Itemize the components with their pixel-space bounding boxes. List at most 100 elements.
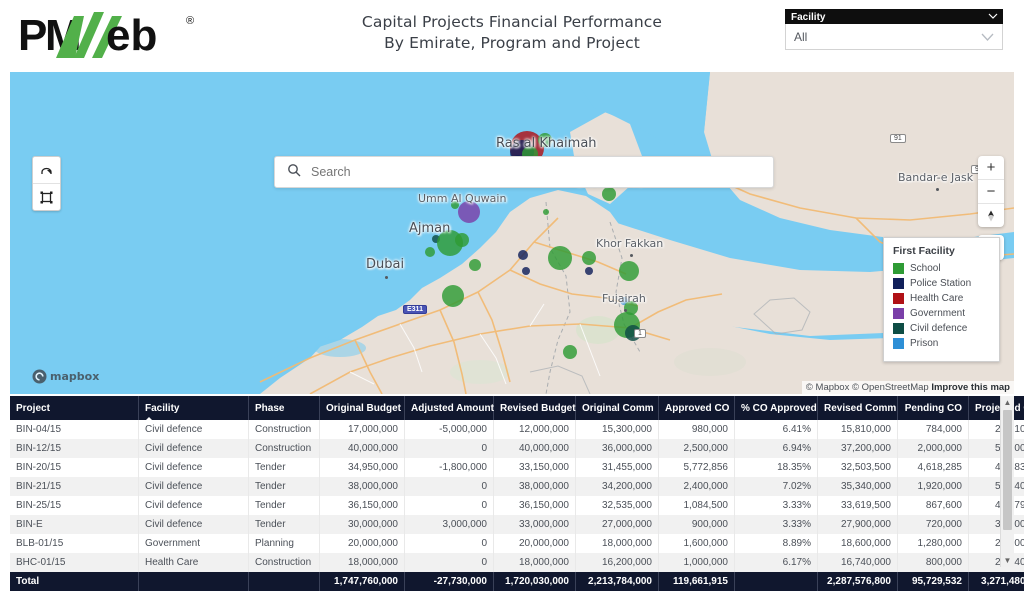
map-bubble[interactable] (548, 246, 572, 270)
table-row[interactable]: BIN-25/15Civil defenceTender36,150,00003… (10, 496, 1024, 515)
column-header-orig_budget[interactable]: Original Budget (320, 396, 405, 420)
map-bubble[interactable] (425, 247, 435, 257)
svg-text:eb: eb (106, 11, 157, 60)
total-cell-adj_amount: -27,730,000 (405, 572, 494, 591)
scroll-up-arrow[interactable]: ▲ (1001, 396, 1014, 409)
table-scrollbar[interactable]: ▲ ▼ (1000, 396, 1014, 567)
map-panel[interactable]: Ras al KhaimahDibba Al-HisnUmm Al Quwain… (10, 72, 1014, 394)
cell-pend_co: 2,000,000 (898, 439, 969, 458)
map-bubble[interactable] (619, 261, 639, 281)
cell-facility: Government (139, 534, 249, 553)
cell-phase: Construction (249, 553, 320, 572)
cell-pct_co: 3.33% (735, 515, 818, 534)
facility-select[interactable]: All (785, 24, 1003, 50)
map-legend: First Facility SchoolPolice StationHealt… (883, 237, 1000, 362)
column-header-facility[interactable]: Facility (139, 396, 249, 420)
cell-pend_co: 867,600 (898, 496, 969, 515)
legend-item[interactable]: School (893, 263, 991, 274)
cell-adj_amount: -5,000,000 (405, 420, 494, 439)
table-row[interactable]: BIN-ECivil defenceTender30,000,0003,000,… (10, 515, 1024, 534)
cell-project: BIN-12/15 (10, 439, 139, 458)
column-header-proj_comm[interactable]: Projected Comm (969, 396, 1024, 420)
legend-label: Health Care (910, 293, 963, 304)
table-row[interactable]: BIN-12/15Civil defenceConstruction40,000… (10, 439, 1024, 458)
legend-item[interactable]: Health Care (893, 293, 991, 304)
column-header-rev_comm[interactable]: Revised Comm (818, 396, 898, 420)
map-bubble[interactable] (522, 267, 530, 275)
map-zoom-controls[interactable]: + − (978, 156, 1004, 227)
map-bubble[interactable] (585, 267, 593, 275)
cell-rev_comm: 32,503,500 (818, 458, 898, 477)
legend-swatch (893, 323, 904, 334)
table-row[interactable]: BIN-21/15Civil defenceTender38,000,00003… (10, 477, 1024, 496)
attrib-osm[interactable]: © OpenStreetMap (852, 382, 929, 393)
zoom-out-button[interactable]: − (978, 179, 1004, 203)
legend-item[interactable]: Police Station (893, 278, 991, 289)
title-line-1: Capital Projects Financial Performance (312, 12, 712, 33)
legend-label: Government (910, 308, 965, 319)
map-draw-tools[interactable] (32, 156, 61, 211)
rectangle-select-tool[interactable] (33, 183, 60, 210)
cell-rev_budget: 20,000,000 (494, 534, 576, 553)
cell-rev_budget: 18,000,000 (494, 553, 576, 572)
projects-table: ProjectFacilityPhaseOriginal BudgetAdjus… (10, 396, 1024, 591)
attrib-mapbox[interactable]: © Mapbox (806, 382, 849, 393)
facility-filter[interactable]: Facility All (785, 9, 1003, 50)
map-bubble[interactable] (582, 251, 596, 265)
total-cell-rev_budget: 1,720,030,000 (494, 572, 576, 591)
scroll-down-arrow[interactable]: ▼ (1001, 554, 1014, 567)
cell-project: BIN-04/15 (10, 420, 139, 439)
column-header-orig_comm[interactable]: Original Comm (576, 396, 659, 420)
cell-adj_amount: 0 (405, 477, 494, 496)
legend-item[interactable]: Government (893, 308, 991, 319)
facility-filter-header[interactable]: Facility (785, 9, 1003, 24)
scrollbar-thumb[interactable] (1003, 410, 1012, 530)
zoom-in-button[interactable]: + (978, 156, 1004, 179)
attrib-improve-link[interactable]: Improve this map (931, 382, 1010, 393)
column-header-adj_amount[interactable]: Adjusted Amount (405, 396, 494, 420)
search-input[interactable] (309, 164, 773, 180)
dashboard-page: P M eb ® Capital Projects Financial Perf… (0, 0, 1024, 567)
cell-pct_co: 18.35% (735, 458, 818, 477)
map-bubble[interactable] (518, 250, 528, 260)
cell-pend_co: 4,618,285 (898, 458, 969, 477)
cell-facility: Civil defence (139, 458, 249, 477)
lasso-select-tool[interactable] (33, 157, 60, 183)
map-attribution[interactable]: © Mapbox © OpenStreetMap Improve this ma… (802, 381, 1014, 394)
map-search-bar[interactable] (274, 156, 774, 188)
map-bubble[interactable] (442, 285, 464, 307)
chevron-down-icon[interactable] (981, 31, 994, 45)
cell-orig_comm: 34,200,000 (576, 477, 659, 496)
legend-label: Civil defence (910, 323, 967, 334)
legend-item[interactable]: Civil defence (893, 323, 991, 334)
compass-icon[interactable] (978, 203, 1004, 227)
column-header-rev_budget[interactable]: Revised Budget (494, 396, 576, 420)
map-bubble[interactable] (563, 345, 577, 359)
map-bubble[interactable] (469, 259, 481, 271)
cell-orig_budget: 38,000,000 (320, 477, 405, 496)
projects-table-panel[interactable]: ProjectFacilityPhaseOriginal BudgetAdjus… (10, 396, 1014, 567)
cell-appr_co: 2,400,000 (659, 477, 735, 496)
column-header-pend_co[interactable]: Pending CO (898, 396, 969, 420)
table-row[interactable]: BLB-01/15GovernmentPlanning20,000,000020… (10, 534, 1024, 553)
cell-pct_co: 8.89% (735, 534, 818, 553)
map-bubble[interactable] (455, 233, 469, 247)
legend-item[interactable]: Prison (893, 338, 991, 349)
table-row[interactable]: BHC-01/15Health CareConstruction18,000,0… (10, 553, 1024, 572)
map-bubble[interactable] (543, 209, 549, 215)
total-cell-phase (249, 572, 320, 591)
column-header-project[interactable]: Project (10, 396, 139, 420)
mapbox-wordmark[interactable]: mapbox (32, 369, 99, 384)
cell-project: BIN-25/15 (10, 496, 139, 515)
cell-orig_comm: 32,535,000 (576, 496, 659, 515)
map-bubble[interactable] (602, 187, 616, 201)
cell-rev_budget: 33,150,000 (494, 458, 576, 477)
legend-swatch (893, 263, 904, 274)
map-place-label: Bandar-e Jask (898, 171, 973, 184)
column-header-appr_co[interactable]: Approved CO (659, 396, 735, 420)
table-row[interactable]: BIN-20/15Civil defenceTender34,950,000-1… (10, 458, 1024, 477)
cell-phase: Tender (249, 515, 320, 534)
column-header-pct_co[interactable]: % CO Approved (735, 396, 818, 420)
table-row[interactable]: BIN-04/15Civil defenceConstruction17,000… (10, 420, 1024, 439)
column-header-phase[interactable]: Phase (249, 396, 320, 420)
